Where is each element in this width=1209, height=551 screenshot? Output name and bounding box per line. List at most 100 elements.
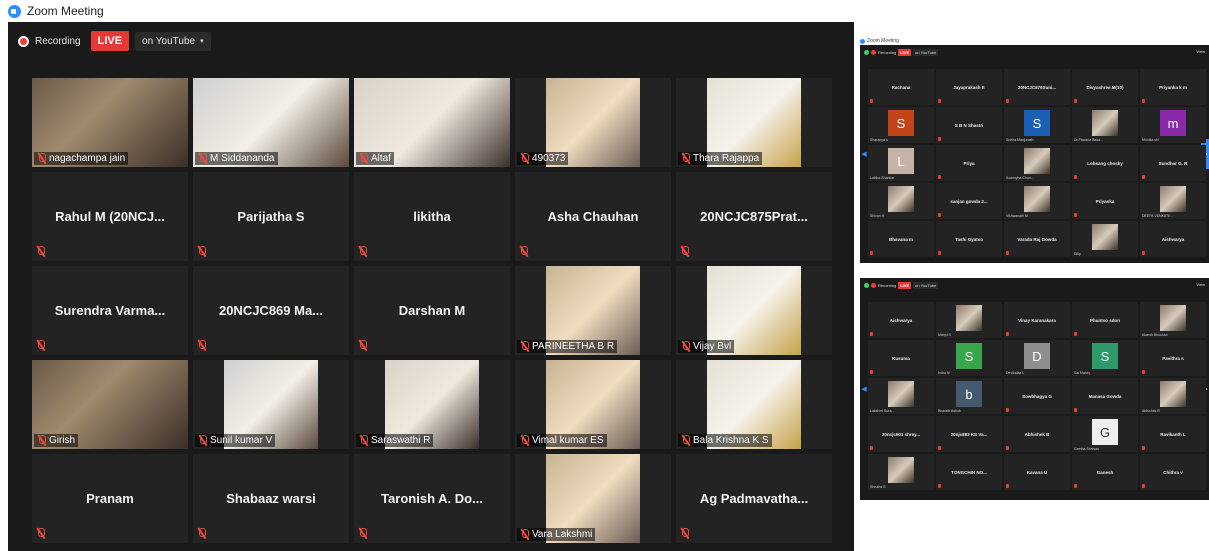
microphone-muted-icon [358, 340, 367, 351]
participant-tile[interactable]: M Siddananda [193, 78, 349, 167]
participant-tile[interactable]: Jayaprakash E [936, 69, 1002, 105]
participant-tile[interactable]: Vijay Bvl [676, 266, 832, 355]
participant-tile[interactable]: Priyanka [1072, 183, 1138, 219]
participant-tile[interactable]: Varada Raj Gowda [1004, 221, 1070, 257]
participant-tile[interactable]: Manasa Gowda [1072, 378, 1138, 414]
participant-tile[interactable]: Priyanka k m [1140, 69, 1206, 105]
participant-tile[interactable]: Shabaaz warsi [193, 454, 349, 543]
participant-tile[interactable]: Vara Lakshmi [515, 454, 671, 543]
participant-tile[interactable]: Rahul M (20NCJ... [32, 172, 188, 261]
participant-tile[interactable]: PARINEETHA B R [515, 266, 671, 355]
participant-tile[interactable]: Bhavana m [868, 221, 934, 257]
participant-tile[interactable]: Kusuma [868, 340, 934, 376]
zoom-meeting-window: Recording LIVE on YouTube ▾ nagachampa j… [8, 22, 854, 551]
microphone-muted-icon [1074, 408, 1077, 412]
participant-tile[interactable]: Tashi Gyatso [936, 221, 1002, 257]
participant-tile[interactable]: Manju S [936, 302, 1002, 338]
participant-tile[interactable]: Sundhar G. R [1140, 145, 1206, 181]
participant-tile[interactable]: D Devikalaa L [1004, 340, 1070, 376]
previous-page-arrow-icon[interactable]: ◀ [860, 374, 868, 404]
participant-tile[interactable]: 20njc883 KS Va... [936, 416, 1002, 452]
youtube-label[interactable]: on YouTube [913, 48, 939, 56]
participant-tile[interactable]: Lakshmi Sura... [868, 378, 934, 414]
avatar: S [1092, 343, 1118, 369]
participant-name: Aishwarya [1161, 236, 1185, 242]
participant-tile[interactable]: L Lalitha Shankar [868, 145, 934, 181]
participant-name-label: Altaf [356, 152, 395, 165]
participant-tile[interactable]: Ganesh [1072, 454, 1138, 490]
participant-tile[interactable]: Kavana U [1004, 454, 1070, 490]
participant-tile[interactable]: Taronish A. Do... [354, 454, 510, 543]
participant-tile[interactable]: Sowmyha Chan... [1004, 145, 1070, 181]
participant-tile[interactable]: Vimal kumar ES [515, 360, 671, 449]
participant-tile[interactable]: Thara Rajappa [676, 78, 832, 167]
participant-tile[interactable]: b Bharath Ashok [936, 378, 1002, 414]
participant-tile[interactable]: S Sneha Manjunath [1004, 107, 1070, 143]
participant-tile[interactable]: sanjan gowda 2... [936, 183, 1002, 219]
participant-tile[interactable]: Pavithra s [1140, 340, 1206, 376]
profile-photo [888, 186, 914, 212]
participant-name: Vimal kumar ES [532, 435, 604, 446]
participant-tile[interactable]: Divyashree.M(10) [1072, 69, 1138, 105]
participant-tile[interactable]: Phuntso sdon [1072, 302, 1138, 338]
participant-tile[interactable]: 20NCJC869 Ma... [193, 266, 349, 355]
participant-name: Priya [963, 160, 975, 166]
microphone-muted-icon [1142, 484, 1145, 488]
microphone-muted-icon [1006, 408, 1009, 412]
participant-tile[interactable]: Sunil kumar V [193, 360, 349, 449]
participant-tile[interactable]: G Geetha Srinivas [1072, 416, 1138, 452]
participant-tile[interactable]: Pranam [32, 454, 188, 543]
participant-tile[interactable]: TONGCHIN NO... [936, 454, 1002, 490]
participant-tile[interactable]: S B N Shastri [936, 107, 1002, 143]
participant-tile[interactable]: 20ncjc901 shrey... [868, 416, 934, 452]
participant-tile[interactable]: 490373 [515, 78, 671, 167]
youtube-stream-button[interactable]: on YouTube ▾ [135, 31, 211, 51]
participant-tile[interactable]: Altaf [354, 78, 510, 167]
participant-tile[interactable]: Girish [32, 360, 188, 449]
participant-tile[interactable]: likitha [354, 172, 510, 261]
microphone-muted-icon [681, 341, 690, 352]
participant-tile[interactable]: 20NCJC876Suni... [1004, 69, 1070, 105]
view-button[interactable]: View [1196, 49, 1205, 54]
participant-tile[interactable]: S Sharanya s [868, 107, 934, 143]
participant-tile[interactable]: Sowbhagya G [1004, 378, 1070, 414]
participant-tile[interactable]: Rachana [868, 69, 934, 105]
participant-tile[interactable]: Priya [936, 145, 1002, 181]
participant-tile[interactable]: Parijatha S [193, 172, 349, 261]
participant-tile[interactable]: Chithra v [1140, 454, 1206, 490]
participant-tile[interactable]: m Monika shi [1140, 107, 1206, 143]
participant-tile[interactable]: Ravikanth L [1140, 416, 1206, 452]
participant-tile[interactable]: Bala Krishna K S [676, 360, 832, 449]
participant-tile[interactable]: Vinay Karanakara [1004, 302, 1070, 338]
participant-tile[interactable]: Asha Chauhan [515, 172, 671, 261]
participant-tile[interactable]: Aishwarya [1140, 221, 1206, 257]
microphone-muted-icon [1142, 175, 1145, 179]
participant-tile[interactable]: S Indra M [936, 340, 1002, 376]
participant-tile[interactable]: Aishwarya [868, 302, 934, 338]
view-button[interactable]: View [1196, 282, 1205, 287]
participant-tile[interactable]: Shrutha S [868, 454, 934, 490]
participant-name-label: Abhishek R [1142, 409, 1160, 413]
participant-tile[interactable]: Darshan M [354, 266, 510, 355]
participant-name-label: Sai Mahiq [1074, 371, 1090, 375]
participant-tile[interactable]: DEEPA VENKATE... [1140, 183, 1206, 219]
participant-tile[interactable]: Dr.Pawana Basa... [1072, 107, 1138, 143]
participant-tile[interactable]: Surendra Varma... [32, 266, 188, 355]
profile-photo [1160, 305, 1186, 331]
participant-tile[interactable]: Shivan H [868, 183, 934, 219]
youtube-label[interactable]: on YouTube [913, 281, 939, 289]
participant-name: 20NCJC869 Ma... [218, 303, 324, 318]
participant-tile[interactable]: Dilip [1072, 221, 1138, 257]
participant-tile[interactable]: Abhishek B [1004, 416, 1070, 452]
participant-tile[interactable]: nagachampa jain [32, 78, 188, 167]
participant-tile[interactable]: Abhishek R [1140, 378, 1206, 414]
previous-page-arrow-icon[interactable]: ◀ [860, 139, 868, 169]
participant-tile[interactable]: Lobsang chosky [1072, 145, 1138, 181]
participant-tile[interactable]: Akarsh Bhushan [1140, 302, 1206, 338]
participant-tile[interactable]: S Sai Mahiq [1072, 340, 1138, 376]
participant-tile[interactable]: Vishwanath M [1004, 183, 1070, 219]
profile-photo [956, 305, 982, 331]
participant-tile[interactable]: 20NCJC875Prat... [676, 172, 832, 261]
participant-tile[interactable]: Saraswathi R [354, 360, 510, 449]
participant-tile[interactable]: Ag Padmavatha... [676, 454, 832, 543]
